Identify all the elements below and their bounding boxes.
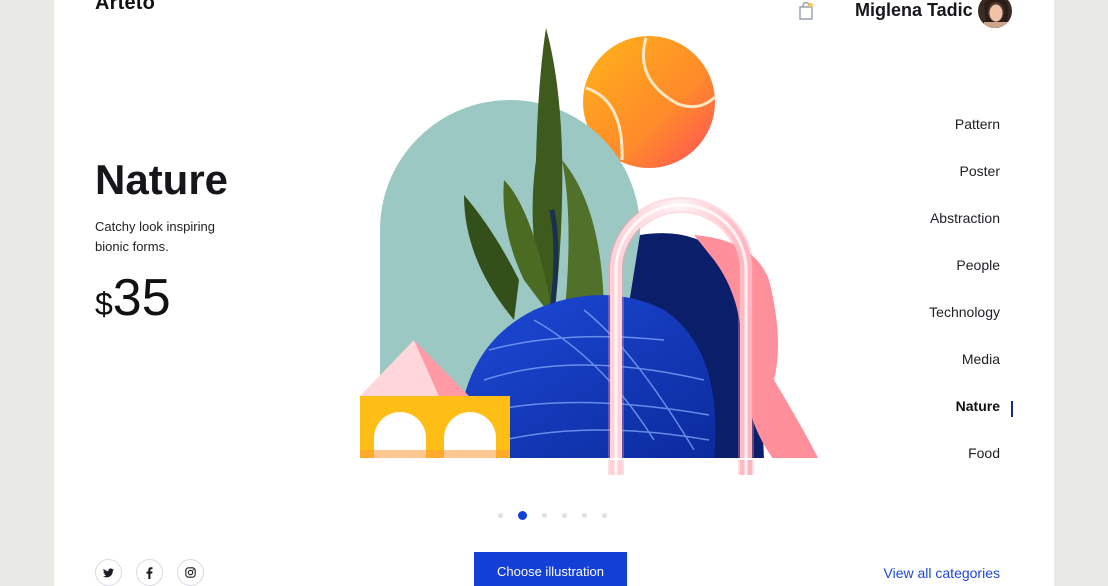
nature-illustration xyxy=(360,28,820,475)
user-name[interactable]: Miglena Tadic xyxy=(855,0,973,21)
view-all-categories-link[interactable]: View all categories xyxy=(884,565,1000,581)
avatar[interactable] xyxy=(978,0,1012,28)
product-title: Nature xyxy=(95,156,229,203)
active-indicator xyxy=(1011,401,1013,417)
category-label: Nature xyxy=(955,398,1000,414)
product-price: $35 xyxy=(95,268,171,334)
category-item-nature[interactable]: Nature xyxy=(820,398,1013,445)
category-item-media[interactable]: Media xyxy=(820,351,1000,398)
currency-symbol: $ xyxy=(95,286,113,322)
carousel-dot[interactable] xyxy=(602,513,607,518)
social-links xyxy=(95,559,204,586)
category-label: People xyxy=(956,257,1000,273)
carousel-dot-active[interactable] xyxy=(518,511,527,520)
carousel-dot[interactable] xyxy=(562,513,567,518)
price-value: 35 xyxy=(112,269,171,327)
choose-illustration-button[interactable]: Choose illustration xyxy=(474,552,627,586)
category-item-pattern[interactable]: Pattern xyxy=(820,116,1000,163)
facebook-icon[interactable] xyxy=(136,559,163,586)
category-label: Poster xyxy=(959,163,1000,179)
category-item-technology[interactable]: Technology xyxy=(820,304,1000,351)
shopping-bag-icon[interactable] xyxy=(798,2,814,20)
category-item-people[interactable]: People xyxy=(820,257,1000,304)
carousel-dot[interactable] xyxy=(542,513,547,518)
category-item-poster[interactable]: Poster xyxy=(820,163,1000,210)
category-label: Abstraction xyxy=(929,210,1000,226)
category-item-food[interactable]: Food xyxy=(820,445,1000,492)
carousel-dots xyxy=(498,511,622,520)
carousel-dot[interactable] xyxy=(582,513,587,518)
twitter-icon[interactable] xyxy=(95,559,122,586)
category-item-abstraction[interactable]: Abstraction xyxy=(820,210,1000,257)
logo[interactable]: Arteto xyxy=(95,0,155,15)
category-label: Technology xyxy=(929,304,1000,320)
category-list: Pattern Poster Abstraction People Techno… xyxy=(820,116,1013,492)
product-description: Catchy look inspiring bionic forms. xyxy=(95,219,215,254)
product-page: Arteto Miglena Tadic Nature Catchy look … xyxy=(54,0,1054,586)
instagram-icon[interactable] xyxy=(177,559,204,586)
category-label: Media xyxy=(961,351,1000,367)
category-label: Pattern xyxy=(954,116,1000,132)
category-label: Food xyxy=(968,445,1000,461)
carousel-dot[interactable] xyxy=(498,513,503,518)
